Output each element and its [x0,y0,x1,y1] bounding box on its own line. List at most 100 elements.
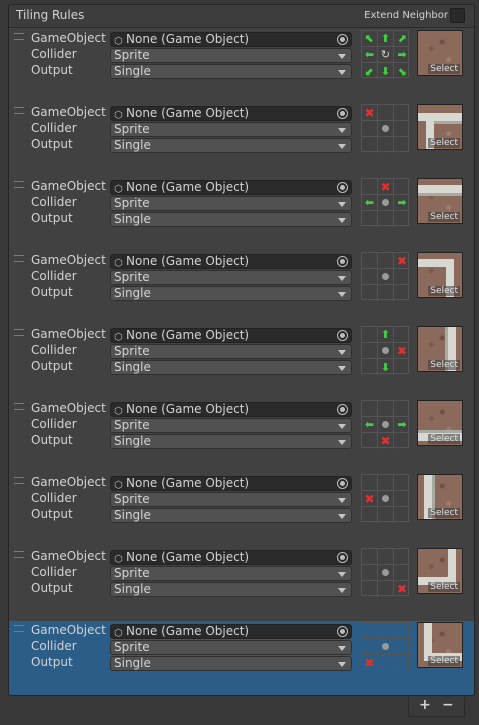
select-sprite-button[interactable]: Select [428,582,460,592]
neighbor-cell[interactable] [394,475,410,491]
neighbor-cell[interactable] [378,105,394,121]
neighbor-cell[interactable] [394,121,410,137]
not-this-icon[interactable]: ✖ [378,179,394,195]
gameobject-field[interactable]: ⬡ None (Game Object) [110,624,352,639]
neighbor-cell[interactable] [362,433,378,449]
collider-dropdown[interactable]: Sprite [110,492,352,507]
not-this-icon[interactable]: ✖ [362,655,378,671]
select-sprite-button[interactable]: Select [428,138,460,148]
neighbor-cell[interactable] [378,655,394,671]
neighbor-cell[interactable] [362,179,378,195]
neighbor-cell[interactable] [394,565,410,581]
neighbor-cell[interactable] [394,285,410,301]
arrow-down-icon[interactable]: ⬇ [378,359,394,375]
rule-item[interactable]: GameObject Collider Output ⬡ None (Game … [9,547,474,621]
neighbor-cell[interactable] [362,507,378,523]
select-sprite-button[interactable]: Select [428,434,460,444]
arrow-left-icon[interactable]: ⬅ [362,417,378,433]
arrow-down-left-icon[interactable]: ⬋ [362,63,378,79]
gameobject-field[interactable]: ⬡ None (Game Object) [110,476,352,491]
gameobject-field[interactable]: ⬡ None (Game Object) [110,328,352,343]
neighbor-cell[interactable] [394,327,410,343]
output-dropdown[interactable]: Single [110,212,352,227]
add-rule-button[interactable]: + [419,697,431,713]
drag-handle-icon[interactable] [14,181,24,188]
output-dropdown[interactable]: Single [110,286,352,301]
output-dropdown[interactable]: Single [110,582,352,597]
sprite-preview[interactable]: Select [417,548,463,594]
neighbor-cell[interactable] [362,549,378,565]
object-picker-icon[interactable] [337,34,348,45]
select-sprite-button[interactable]: Select [428,656,460,666]
neighbor-cell[interactable] [362,359,378,375]
neighbor-cell[interactable] [362,401,378,417]
not-this-icon[interactable]: ✖ [378,433,394,449]
collider-dropdown[interactable]: Sprite [110,640,352,655]
arrow-up-icon[interactable]: ⬆ [378,327,394,343]
gameobject-field[interactable]: ⬡ None (Game Object) [110,180,352,195]
sprite-preview[interactable]: Select [417,104,463,150]
drag-handle-icon[interactable] [14,477,24,484]
center-dot-icon[interactable] [378,195,394,211]
arrow-up-left-icon[interactable]: ⬉ [362,31,378,47]
neighbor-cell[interactable] [378,507,394,523]
neighbor-cell[interactable] [378,137,394,153]
rule-item[interactable]: GameObject Collider Output ⬡ None (Game … [9,103,474,177]
select-sprite-button[interactable]: Select [428,212,460,222]
neighbor-cell[interactable] [362,269,378,285]
neighbor-cell[interactable] [362,211,378,227]
gameobject-field[interactable]: ⬡ None (Game Object) [110,402,352,417]
arrow-right-icon[interactable]: ➡ [394,195,410,211]
arrow-up-right-icon[interactable]: ⬈ [394,31,410,47]
output-dropdown[interactable]: Single [110,434,352,449]
rotate-icon[interactable]: ↻ [378,47,394,63]
center-dot-icon[interactable] [378,121,394,137]
collider-dropdown[interactable]: Sprite [110,196,352,211]
collider-dropdown[interactable]: Sprite [110,344,352,359]
neighbor-cell[interactable] [362,581,378,597]
object-picker-icon[interactable] [337,404,348,415]
neighbor-cell[interactable] [378,285,394,301]
gameobject-field[interactable]: ⬡ None (Game Object) [110,254,352,269]
gameobject-field[interactable]: ⬡ None (Game Object) [110,550,352,565]
rule-item[interactable]: GameObject Collider Output ⬡ None (Game … [9,325,474,399]
object-picker-icon[interactable] [337,256,348,267]
neighbor-cell[interactable] [394,507,410,523]
arrow-down-icon[interactable]: ⬇ [378,63,394,79]
center-dot-icon[interactable] [378,343,394,359]
neighbor-cell[interactable] [394,105,410,121]
output-dropdown[interactable]: Single [110,64,352,79]
output-dropdown[interactable]: Single [110,656,352,671]
sprite-preview[interactable]: Select [417,326,463,372]
rule-item[interactable]: GameObject Collider Output ⬡ None (Game … [9,399,474,473]
arrow-right-icon[interactable]: ➡ [394,47,410,63]
drag-handle-icon[interactable] [14,329,24,336]
neighbor-cell[interactable] [362,327,378,343]
remove-rule-button[interactable]: − [442,697,454,713]
rule-item[interactable]: GameObject Collider Output ⬡ None (Game … [9,29,474,103]
not-this-icon[interactable]: ✖ [362,105,378,121]
arrow-right-icon[interactable]: ➡ [394,417,410,433]
neighbor-cell[interactable] [362,121,378,137]
object-picker-icon[interactable] [337,478,348,489]
neighbor-cell[interactable] [362,639,378,655]
rule-item[interactable]: GameObject Collider Output ⬡ None (Game … [9,251,474,325]
neighbor-cell[interactable] [394,137,410,153]
drag-handle-icon[interactable] [14,403,24,410]
neighbor-cell[interactable] [394,655,410,671]
sprite-preview[interactable]: Select [417,622,463,668]
sprite-preview[interactable]: Select [417,30,463,76]
neighbor-cell[interactable] [378,623,394,639]
center-dot-icon[interactable] [378,491,394,507]
drag-handle-icon[interactable] [14,107,24,114]
arrow-left-icon[interactable]: ⬅ [362,195,378,211]
center-dot-icon[interactable] [378,639,394,655]
arrow-left-icon[interactable]: ⬅ [362,47,378,63]
neighbor-cell[interactable] [394,549,410,565]
neighbor-cell[interactable] [394,401,410,417]
neighbor-cell[interactable] [394,491,410,507]
drag-handle-icon[interactable] [14,625,24,632]
extend-neighbor-checkbox[interactable] [450,8,465,23]
neighbor-cell[interactable] [378,549,394,565]
not-this-icon[interactable]: ✖ [362,491,378,507]
